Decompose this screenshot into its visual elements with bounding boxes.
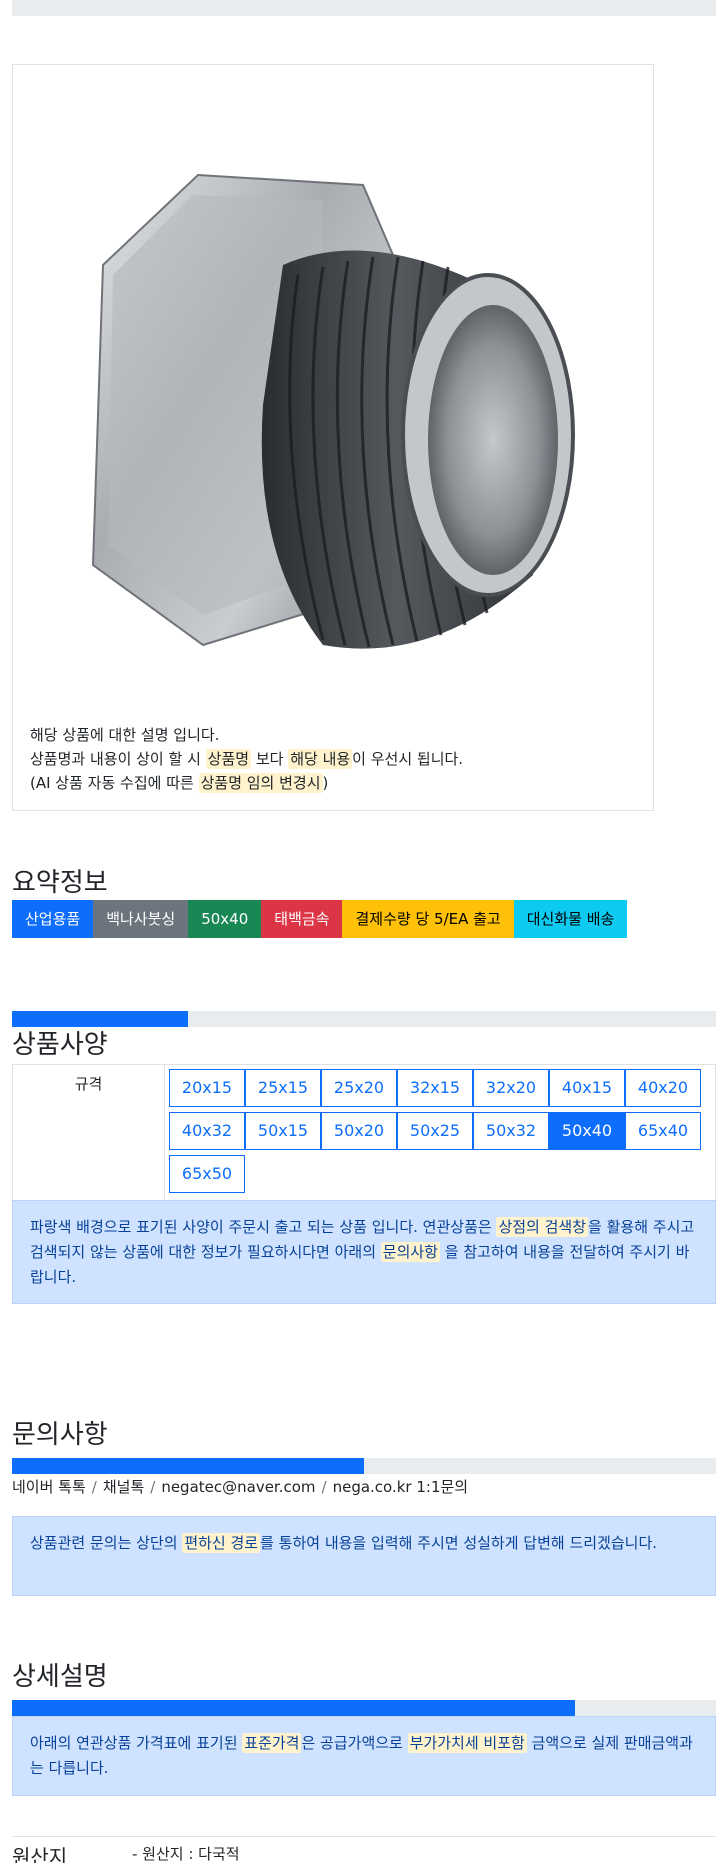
spec-option-40x32[interactable]: 40x32 xyxy=(169,1112,245,1150)
summary-title: 요약정보 xyxy=(12,868,108,898)
spec-notice: 파랑색 배경으로 표기된 사양이 주문시 출고 되는 상품 입니다. 연관상품은… xyxy=(12,1200,716,1304)
inquiry-progress-fill xyxy=(12,1458,364,1474)
summary-badge: 산업용품 xyxy=(12,900,94,938)
spec-option-50x20[interactable]: 50x20 xyxy=(321,1112,397,1150)
description-line: (AI 상품 자동 수집에 따른 상품명 임의 변경시) xyxy=(30,771,463,795)
origin-label: 원산지 xyxy=(12,1845,68,1863)
summary-badge: 백나사붓싱 xyxy=(93,900,189,938)
inquiry-progress xyxy=(12,1458,716,1474)
spec-table: 규격 20x15 25x15 25x20 32x15 32x20 40x15 40x20 40… xyxy=(12,1064,716,1201)
spec-option-32x20[interactable]: 32x20 xyxy=(473,1069,549,1107)
highlight-text: 상품명 xyxy=(205,749,252,769)
highlight-text: 상품명 임의 변경시 xyxy=(198,773,323,793)
text: 상품관련 문의는 상단의 xyxy=(30,1534,183,1552)
inquiry-channel[interactable]: negatec@naver.com xyxy=(161,1478,315,1496)
detail-title: 상세설명 xyxy=(12,1662,108,1692)
inquiry-channel[interactable]: 네이버 톡톡 xyxy=(12,1478,86,1496)
spec-label: 규격 xyxy=(13,1065,165,1201)
inquiry-channel[interactable]: 채널톡 xyxy=(103,1478,144,1496)
description-line: 해당 상품에 대한 설명 입니다. xyxy=(30,726,220,744)
detail-progress xyxy=(12,1700,716,1716)
description-line: 상품명과 내용이 상이 할 시 상품명 보다 해당 내용 이 우선시 됩니다. xyxy=(30,747,463,771)
spec-option-40x15[interactable]: 40x15 xyxy=(549,1069,625,1107)
summary-badge: 대신화물 배송 xyxy=(513,900,628,938)
highlight-text: 상점의 검색창 xyxy=(496,1217,589,1237)
separator: / xyxy=(91,1478,97,1496)
top-progress-track xyxy=(12,0,716,16)
product-card: 해당 상품에 대한 설명 입니다. 상품명과 내용이 상이 할 시 상품명 보다… xyxy=(12,64,654,811)
separator: / xyxy=(150,1478,156,1496)
spec-option-20x15[interactable]: 20x15 xyxy=(169,1069,245,1107)
text: ) xyxy=(322,774,329,792)
highlight-text: 표준가격 xyxy=(242,1733,302,1753)
text: 이 우선시 됩니다. xyxy=(352,750,464,768)
highlight-text: 편하신 경로 xyxy=(182,1533,261,1553)
summary-badge: 태백금속 xyxy=(261,900,343,938)
summary-badge: 결제수량 당 5/EA 출고 xyxy=(342,900,514,938)
text: 를 통하여 내용을 입력해 주시면 성실하게 답변해 드리겠습니다. xyxy=(260,1534,658,1552)
detail-notice: 아래의 연관상품 가격표에 표기된 표준가격 은 공급가액으로 부가가치세 비포함… xyxy=(12,1716,716,1796)
text: (AI 상품 자동 수집에 따른 xyxy=(30,774,199,792)
text: 파랑색 배경으로 표기된 사양이 주문시 출고 되는 상품 입니다. 연관상품은 xyxy=(30,1218,497,1236)
spec-option-25x15[interactable]: 25x15 xyxy=(245,1069,321,1107)
separator: / xyxy=(321,1478,327,1496)
highlight-text: 부가가치세 비포함 xyxy=(407,1733,527,1753)
spec-title: 상품사양 xyxy=(12,1030,108,1060)
product-image-bushing xyxy=(91,173,575,649)
detail-progress-fill xyxy=(12,1700,576,1716)
spec-option-50x40[interactable]: 50x40 xyxy=(549,1112,625,1150)
spec-progress xyxy=(12,1011,716,1027)
origin-value: - 원산지 : 다국적 xyxy=(132,1845,240,1863)
spec-option-65x40[interactable]: 65x40 xyxy=(625,1112,701,1150)
product-description: 해당 상품에 대한 설명 입니다. 상품명과 내용이 상이 할 시 상품명 보다… xyxy=(30,723,463,795)
spec-option-65x50[interactable]: 65x50 xyxy=(169,1155,245,1193)
spec-option-40x20[interactable]: 40x20 xyxy=(625,1069,701,1107)
text: 은 공급가액으로 xyxy=(301,1734,408,1752)
spec-option-25x20[interactable]: 25x20 xyxy=(321,1069,397,1107)
highlight-text: 해당 내용 xyxy=(288,749,353,769)
text: 상품명과 내용이 상이 할 시 xyxy=(30,750,206,768)
inquiry-channels: 네이버 톡톡 / 채널톡 / negatec@naver.com / nega.co.kr … xyxy=(12,1476,468,1497)
spec-option-50x25[interactable]: 50x25 xyxy=(397,1112,473,1150)
spec-option-50x32[interactable]: 50x32 xyxy=(473,1112,549,1150)
spec-options: 20x15 25x15 25x20 32x15 32x20 40x15 40x20 40x32… xyxy=(169,1069,713,1198)
summary-badge: 50x40 xyxy=(188,900,262,938)
text: 아래의 연관상품 가격표에 표기된 xyxy=(30,1734,243,1752)
origin-row: 원산지 - 원산지 : 다국적 xyxy=(12,1836,716,1863)
inquiry-channel[interactable]: nega.co.kr 1:1문의 xyxy=(333,1478,469,1496)
spec-option-32x15[interactable]: 32x15 xyxy=(397,1069,473,1107)
inquiry-notice: 상품관련 문의는 상단의 편하신 경로 를 통하여 내용을 입력해 주시면 성실하… xyxy=(12,1516,716,1596)
inquiry-title: 문의사항 xyxy=(12,1420,108,1450)
summary-badges: 산업용품 백나사붓싱 50x40 태백금속 결제수량 당 5/EA 출고 대신화물 배송 xyxy=(12,900,628,938)
spec-option-50x15[interactable]: 50x15 xyxy=(245,1112,321,1150)
highlight-text: 문의사항 xyxy=(380,1242,440,1262)
text: 보다 xyxy=(251,750,289,768)
